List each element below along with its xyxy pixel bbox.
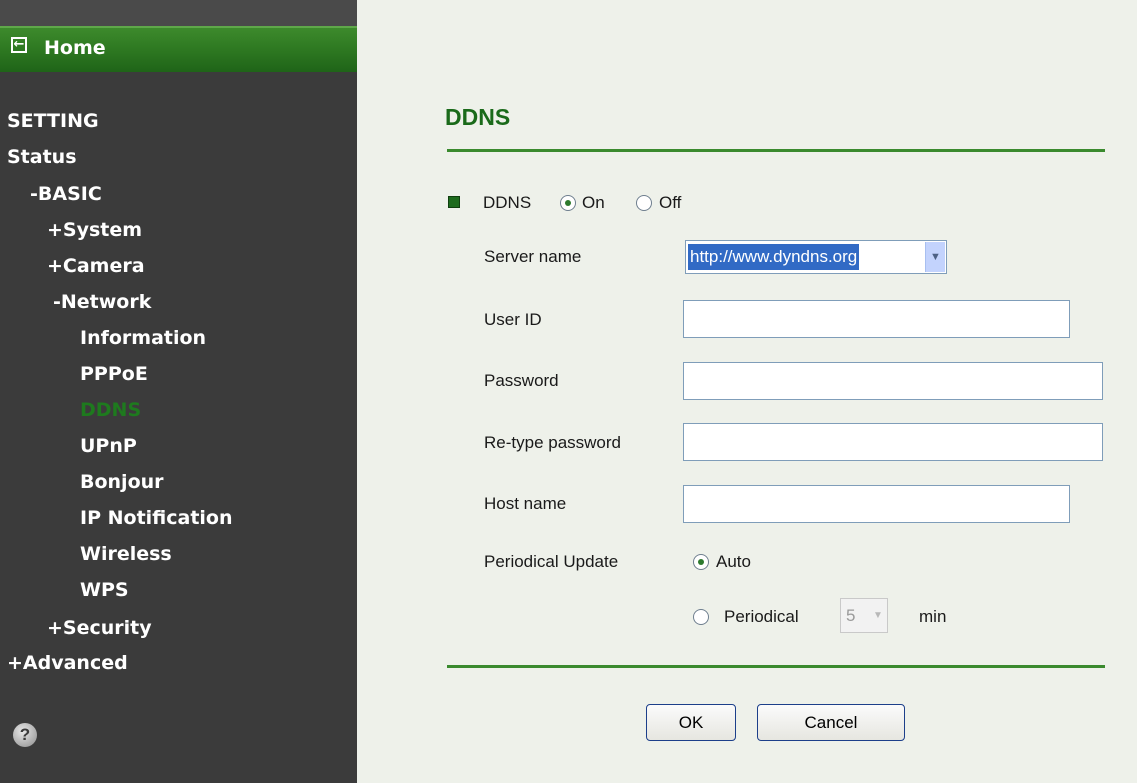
auto-label[interactable]: Auto bbox=[716, 552, 751, 572]
nav-upnp[interactable]: UPnP bbox=[80, 435, 137, 457]
periodical-radio[interactable] bbox=[693, 609, 709, 625]
server-name-label: Server name bbox=[484, 247, 582, 266]
nav-camera[interactable]: +Camera bbox=[47, 255, 145, 277]
nav-advanced[interactable]: +Advanced bbox=[7, 652, 128, 674]
chevron-down-icon[interactable]: ▼ bbox=[870, 600, 886, 631]
nav-network[interactable]: -Network bbox=[53, 291, 151, 313]
square-bullet-icon bbox=[448, 196, 460, 208]
nav-information[interactable]: Information bbox=[80, 327, 206, 349]
home-link[interactable]: ← Home bbox=[0, 26, 357, 72]
nav-bonjour[interactable]: Bonjour bbox=[80, 471, 164, 493]
nav-setting: SETTING bbox=[7, 110, 99, 132]
sidebar-top-strip bbox=[0, 0, 357, 26]
password-label: Password bbox=[484, 371, 559, 390]
nav-system[interactable]: +System bbox=[47, 219, 142, 241]
nav-ip-notification[interactable]: IP Notification bbox=[80, 507, 233, 529]
page-title: DDNS bbox=[445, 104, 511, 130]
nav-status[interactable]: Status bbox=[7, 146, 77, 168]
nav-wireless[interactable]: Wireless bbox=[80, 543, 172, 565]
title-divider bbox=[447, 149, 1105, 152]
retype-password-input[interactable] bbox=[683, 423, 1103, 461]
periodical-interval-select[interactable]: 5 ▼ bbox=[840, 598, 888, 633]
host-name-label: Host name bbox=[484, 494, 567, 513]
ddns-off-label[interactable]: Off bbox=[659, 193, 681, 213]
main-panel: DDNS DDNS On Off Server name http://www.… bbox=[357, 0, 1137, 783]
ok-button[interactable]: OK bbox=[646, 704, 736, 741]
server-name-value: http://www.dyndns.org bbox=[688, 244, 860, 270]
nav-wps[interactable]: WPS bbox=[80, 579, 129, 601]
server-name-select[interactable]: http://www.dyndns.org ▼ bbox=[685, 240, 947, 274]
nav-basic[interactable]: -BASIC bbox=[30, 183, 102, 205]
back-arrow-icon[interactable]: ← bbox=[11, 37, 27, 53]
help-icon[interactable]: ? bbox=[13, 723, 37, 747]
retype-password-label: Re-type password bbox=[484, 433, 622, 452]
nav-ddns[interactable]: DDNS bbox=[80, 399, 141, 421]
user-id-label: User ID bbox=[484, 310, 542, 329]
sidebar: ← Home SETTING Status -BASIC +System +Ca… bbox=[0, 0, 357, 783]
ddns-off-radio[interactable] bbox=[636, 195, 652, 211]
chevron-down-icon[interactable]: ▼ bbox=[925, 242, 945, 272]
nav-security[interactable]: +Security bbox=[47, 617, 152, 639]
bottom-divider bbox=[447, 665, 1105, 668]
ddns-label: DDNS bbox=[483, 193, 532, 212]
nav-pppoe[interactable]: PPPoE bbox=[80, 363, 148, 385]
password-input[interactable] bbox=[683, 362, 1103, 400]
home-label[interactable]: Home bbox=[44, 37, 106, 59]
ddns-on-label[interactable]: On bbox=[582, 193, 605, 213]
cancel-button[interactable]: Cancel bbox=[757, 704, 905, 741]
periodical-interval-value: 5 bbox=[846, 606, 856, 625]
user-id-input[interactable] bbox=[683, 300, 1070, 338]
auto-radio[interactable] bbox=[693, 554, 709, 570]
host-name-input[interactable] bbox=[683, 485, 1070, 523]
ddns-on-radio[interactable] bbox=[560, 195, 576, 211]
periodical-label[interactable]: Periodical bbox=[724, 607, 799, 627]
min-label: min bbox=[919, 607, 947, 626]
periodical-update-label: Periodical Update bbox=[484, 552, 619, 571]
